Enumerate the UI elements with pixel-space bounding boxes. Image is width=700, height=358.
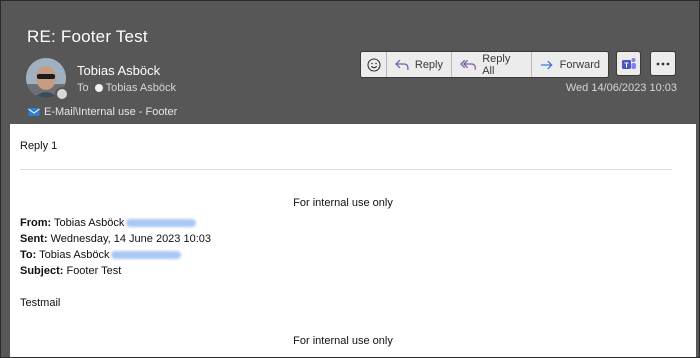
reading-pane-window: RE: Footer Test Tobias Asböck To Tobias … bbox=[0, 0, 700, 358]
message-actions-toolbar: Reply Reply All Forward bbox=[360, 51, 609, 78]
quoted-to: To: Tobias Asböck bbox=[20, 249, 182, 261]
from-label: From: bbox=[20, 217, 52, 229]
message-text: Testmail bbox=[20, 297, 61, 309]
from-value: Tobias Asböck bbox=[54, 217, 125, 229]
reply-all-button[interactable]: Reply All bbox=[452, 52, 532, 77]
recipient-name[interactable]: Tobias Asböck bbox=[106, 82, 176, 94]
redacted-email bbox=[111, 251, 182, 260]
to-value: Tobias Asböck bbox=[39, 249, 110, 261]
more-actions-button[interactable] bbox=[650, 51, 676, 76]
recipients-line: To Tobias Asböck bbox=[77, 82, 176, 94]
reply-all-arrow-icon bbox=[460, 59, 476, 70]
reply-button[interactable]: Reply bbox=[387, 52, 452, 77]
to-label: To bbox=[77, 82, 89, 94]
recipient-presence-icon bbox=[94, 84, 103, 92]
forward-label: Forward bbox=[559, 58, 600, 71]
redacted-email bbox=[126, 219, 197, 228]
footer-top: For internal use only bbox=[293, 197, 393, 209]
mail-folder-icon bbox=[28, 108, 40, 116]
sent-value: Wednesday, 14 June 2023 10:03 bbox=[50, 233, 212, 245]
folder-path-text: E-Mail\Internal use - Footer bbox=[44, 106, 178, 118]
subject-value: Footer Test bbox=[66, 265, 122, 277]
reply-text: Reply 1 bbox=[20, 140, 58, 152]
message-body: Reply 1 For internal use only From: Tobi… bbox=[10, 124, 696, 357]
footer-bottom: For internal use only bbox=[293, 335, 393, 347]
forward-arrow-icon bbox=[540, 60, 553, 69]
sent-label: Sent: bbox=[20, 233, 48, 245]
presence-status-icon bbox=[55, 87, 69, 101]
folder-path[interactable]: E-Mail\Internal use - Footer bbox=[28, 106, 177, 118]
sent-date: Wed 14/06/2023 10:03 bbox=[565, 82, 677, 94]
quoted-sent: Sent: Wednesday, 14 June 2023 10:03 bbox=[20, 233, 211, 245]
subject-label: Subject: bbox=[20, 265, 64, 277]
more-icon bbox=[656, 62, 670, 65]
forward-button[interactable]: Forward bbox=[532, 52, 608, 77]
to-label-quoted: To: bbox=[20, 249, 37, 261]
teams-icon: T bbox=[621, 57, 636, 69]
sender-name[interactable]: Tobias Asböck bbox=[77, 63, 160, 78]
quoted-subject: Subject: Footer Test bbox=[20, 265, 121, 277]
reply-arrow-icon bbox=[395, 59, 409, 70]
svg-text:T: T bbox=[624, 62, 629, 69]
reply-all-label: Reply All bbox=[482, 52, 511, 77]
teams-button[interactable]: T bbox=[616, 51, 641, 76]
quoted-from: From: Tobias Asböck bbox=[20, 217, 197, 229]
separator-line bbox=[20, 169, 672, 170]
smiley-icon bbox=[366, 57, 381, 72]
email-subject: RE: Footer Test bbox=[27, 27, 148, 46]
reply-label: Reply bbox=[414, 58, 443, 71]
react-button[interactable] bbox=[361, 52, 387, 77]
